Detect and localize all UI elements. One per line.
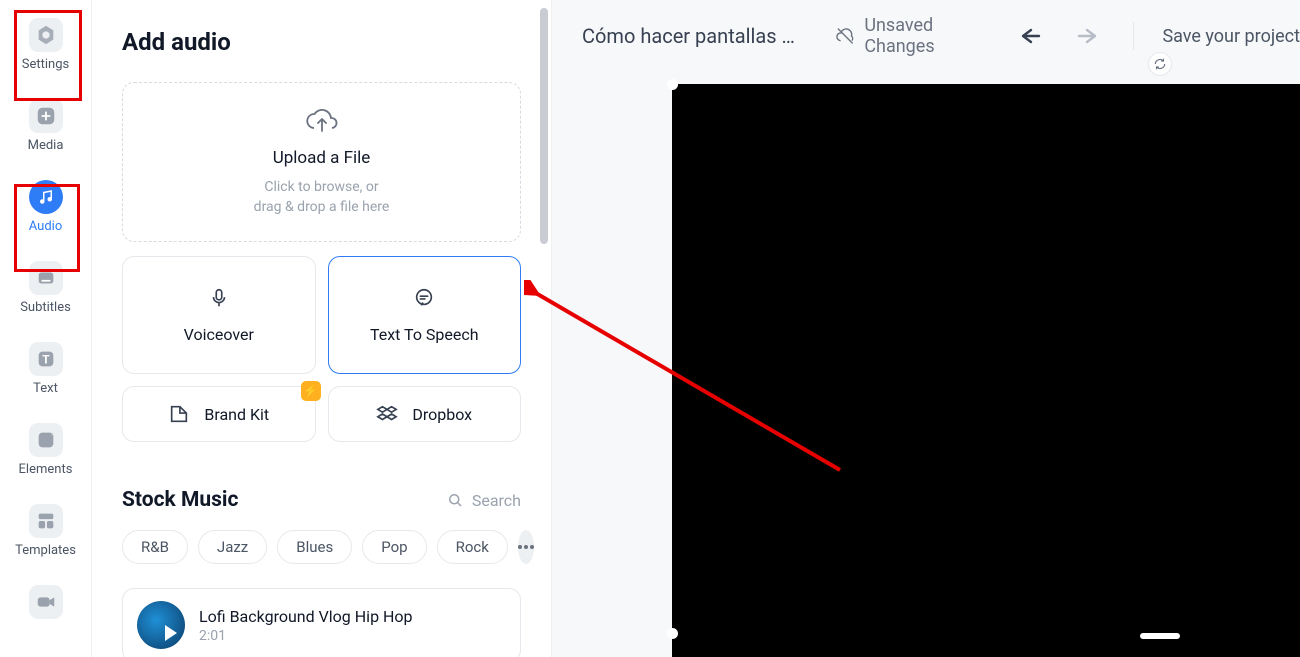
settings-icon [29, 18, 63, 52]
sidebar-item-subtitles[interactable]: Subtitles [14, 261, 78, 314]
stock-track-item[interactable]: Lofi Background Vlog Hip Hop 2:01 [122, 588, 521, 657]
sidebar-item-settings[interactable]: Settings [14, 18, 78, 71]
subtitles-icon [29, 261, 63, 295]
sidebar-item-label: Audio [29, 220, 62, 233]
card-label: Text To Speech [370, 325, 479, 344]
upload-dropzone[interactable]: Upload a File Click to browse, ordrag & … [122, 82, 521, 242]
more-icon [518, 545, 534, 549]
sidebar-item-audio[interactable]: Audio [14, 180, 78, 233]
track-title: Lofi Background Vlog Hip Hop [199, 607, 413, 626]
stock-music-heading: Stock Music [122, 488, 238, 512]
upload-subtitle: Click to browse, ordrag & drop a file he… [254, 178, 390, 217]
video-canvas[interactable] [672, 84, 1300, 657]
panel-title: Add audio [122, 28, 521, 56]
resize-handle[interactable] [1140, 633, 1180, 639]
cloud-upload-icon [305, 106, 339, 136]
voiceover-card[interactable]: Voiceover [122, 256, 316, 374]
save-project-button[interactable]: Save your project [1162, 26, 1300, 47]
more-genres-button[interactable] [518, 530, 534, 564]
microphone-icon [208, 287, 230, 309]
sidebar-item-media[interactable]: Media [14, 99, 78, 152]
track-play-icon[interactable] [137, 601, 185, 649]
palette-icon [168, 403, 190, 425]
sidebar-item-label: Settings [22, 58, 69, 71]
sidebar-item-label: Subtitles [20, 301, 71, 314]
genre-chip[interactable]: R&B [122, 530, 188, 564]
project-title[interactable]: Cómo hacer pantallas final... [582, 24, 798, 48]
genre-chip[interactable]: Blues [277, 530, 352, 564]
plus-icon [29, 99, 63, 133]
sidebar-item-label: Elements [19, 463, 73, 476]
premium-badge-icon: ⚡ [301, 381, 321, 401]
resize-handle[interactable] [667, 79, 678, 90]
text-icon: T [29, 342, 63, 376]
dropbox-card[interactable]: Dropbox [328, 386, 522, 442]
cloud-off-icon [836, 25, 855, 47]
search-icon [446, 491, 464, 509]
sidebar-item-label: Media [28, 139, 64, 152]
dropbox-icon [376, 403, 398, 425]
svg-text:T: T [42, 353, 50, 367]
panel-scrollbar[interactable] [540, 8, 548, 244]
elements-icon [29, 423, 63, 457]
undo-button[interactable] [1019, 26, 1047, 46]
sidebar-item-label: Text [33, 382, 58, 395]
sidebar-item-text[interactable]: T Text [14, 342, 78, 395]
brand-kit-card[interactable]: ⚡ Brand Kit [122, 386, 316, 442]
templates-icon [29, 504, 63, 538]
card-label: Dropbox [412, 405, 472, 424]
upload-title: Upload a File [273, 148, 371, 168]
stock-music-search[interactable]: Search [446, 491, 521, 510]
camera-icon [29, 585, 63, 619]
sidebar-item-label: Templates [15, 544, 76, 557]
speech-bubble-icon [413, 287, 435, 309]
search-label: Search [472, 491, 521, 510]
music-note-icon [29, 180, 63, 214]
genre-chip[interactable]: Rock [437, 530, 508, 564]
sidebar-item-record[interactable] [14, 585, 78, 619]
sidebar-item-elements[interactable]: Elements [14, 423, 78, 476]
genre-chip[interactable]: Jazz [198, 530, 267, 564]
unsaved-indicator: Unsaved Changes [836, 15, 986, 57]
sidebar-item-templates[interactable]: Templates [14, 504, 78, 557]
topbar-separator [1133, 22, 1134, 50]
card-label: Voiceover [184, 325, 254, 344]
card-label: Brand Kit [204, 405, 269, 424]
redo-button[interactable] [1071, 26, 1099, 46]
genre-chip[interactable]: Pop [362, 530, 426, 564]
text-to-speech-card[interactable]: Text To Speech [328, 256, 522, 374]
editor-topbar: Cómo hacer pantallas final... Unsaved Ch… [552, 0, 1300, 72]
track-duration: 2:01 [199, 628, 413, 644]
resize-handle[interactable] [667, 628, 678, 639]
